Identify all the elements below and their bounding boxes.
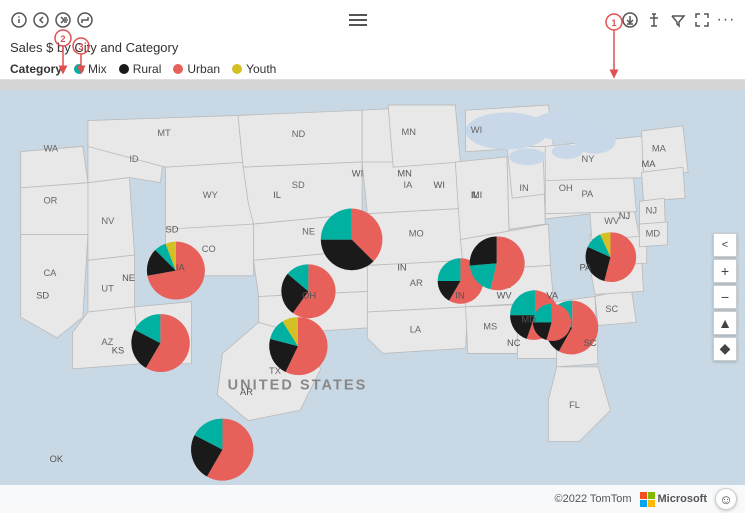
svg-text:IN: IN: [519, 183, 528, 193]
ms-squares: [640, 492, 655, 507]
pan-left-btn[interactable]: <: [713, 233, 737, 257]
map-background: .state { fill: #e8e8e8; stroke: #bbb; st…: [0, 80, 745, 513]
svg-text:MA: MA: [652, 144, 667, 154]
svg-text:CA: CA: [43, 268, 57, 278]
ms-sq-blue: [640, 500, 647, 507]
menu-line: [349, 14, 367, 16]
pin-icon[interactable]: [645, 11, 663, 29]
toolbar-right: ···: [621, 11, 735, 29]
legend-dot-rural: [119, 64, 129, 74]
menu-icon[interactable]: [349, 14, 367, 26]
legend-label-youth: Youth: [246, 62, 276, 76]
legend-dot-youth: [232, 64, 242, 74]
svg-text:NM: NM: [157, 337, 171, 347]
svg-text:CO: CO: [202, 244, 216, 254]
toolbar: ···: [0, 0, 745, 38]
legend-label-urban: Urban: [187, 62, 220, 76]
feedback-btn[interactable]: ☺: [715, 488, 737, 510]
toolbar-left: [10, 11, 94, 29]
legend-label-mix: Mix: [88, 62, 107, 76]
svg-text:WV: WV: [604, 216, 620, 226]
svg-text:WI: WI: [471, 125, 482, 135]
back-icon[interactable]: [32, 11, 50, 29]
svg-text:NJ: NJ: [646, 206, 657, 216]
toolbar-center: [349, 14, 367, 26]
svg-text:MS: MS: [483, 322, 497, 332]
svg-text:WY: WY: [203, 190, 218, 200]
app-container: 1 2 3: [0, 0, 745, 521]
svg-text:FL: FL: [569, 400, 580, 410]
svg-text:NY: NY: [582, 154, 595, 164]
svg-text:MO: MO: [409, 228, 424, 238]
compass-btn[interactable]: ◆: [713, 337, 737, 361]
svg-text:AR: AR: [410, 278, 423, 288]
svg-text:IA: IA: [404, 180, 414, 190]
svg-text:ND: ND: [292, 129, 306, 139]
svg-text:ID: ID: [129, 154, 139, 164]
microsoft-logo: Microsoft: [640, 492, 708, 507]
svg-text:TN: TN: [499, 280, 511, 290]
expand-icon[interactable]: [76, 11, 94, 29]
svg-text:TX: TX: [269, 366, 281, 376]
download-icon[interactable]: [621, 11, 639, 29]
zoom-out-btn[interactable]: −: [713, 285, 737, 309]
more-icon[interactable]: ···: [717, 11, 735, 29]
legend-item-mix: Mix: [74, 62, 107, 76]
svg-text:MT: MT: [157, 128, 171, 138]
ms-sq-red: [640, 492, 647, 499]
svg-text:UNITED STATES: UNITED STATES: [228, 378, 368, 394]
legend-label-rural: Rural: [133, 62, 162, 76]
legend-dot-mix: [74, 64, 84, 74]
svg-text:NV: NV: [101, 216, 115, 226]
svg-text:AL: AL: [525, 322, 536, 332]
svg-text:KS: KS: [305, 266, 317, 276]
svg-text:NE: NE: [302, 226, 315, 236]
legend-item-youth: Youth: [232, 62, 276, 76]
map-footer: ©2022 TomTom Microsoft ☺: [0, 485, 745, 513]
forward-icon[interactable]: [54, 11, 72, 29]
svg-text:OR: OR: [43, 195, 57, 205]
svg-text:PA: PA: [582, 189, 595, 199]
svg-text:SD: SD: [292, 180, 305, 190]
map-area[interactable]: .state { fill: #e8e8e8; stroke: #bbb; st…: [0, 80, 745, 513]
ms-sq-yellow: [648, 500, 655, 507]
svg-text:KY: KY: [495, 249, 507, 259]
fullscreen-icon[interactable]: [693, 11, 711, 29]
filter-icon[interactable]: [669, 11, 687, 29]
zoom-in-btn[interactable]: +: [713, 259, 737, 283]
svg-text:WA: WA: [43, 144, 58, 154]
chart-title-text: Sales $ by City and Category: [10, 40, 178, 55]
svg-text:MN: MN: [401, 127, 415, 137]
microsoft-label: Microsoft: [658, 493, 708, 505]
svg-text:OH: OH: [559, 183, 573, 193]
legend-dot-urban: [173, 64, 183, 74]
info-icon[interactable]: [10, 11, 28, 29]
ms-sq-green: [648, 492, 655, 499]
legend-category-label: Category: [10, 62, 62, 76]
svg-text:AZ: AZ: [101, 337, 113, 347]
chart-title: Sales $ by City and Category: [0, 38, 745, 59]
svg-text:GA: GA: [563, 320, 577, 330]
svg-text:LA: LA: [410, 325, 422, 335]
svg-text:OK: OK: [308, 304, 322, 314]
menu-line: [349, 24, 367, 26]
svg-text:SC: SC: [605, 304, 618, 314]
menu-line: [349, 19, 367, 21]
svg-text:IL: IL: [471, 190, 479, 200]
svg-text:MD: MD: [646, 228, 661, 238]
legend-item-urban: Urban: [173, 62, 220, 76]
svg-text:NC: NC: [604, 270, 618, 280]
svg-text:VA: VA: [606, 241, 619, 251]
legend-item-rural: Rural: [119, 62, 162, 76]
reset-btn[interactable]: ▲: [713, 311, 737, 335]
legend-bar: Category Mix Rural Urban Youth: [0, 59, 745, 80]
map-controls: < + − ▲ ◆: [713, 233, 737, 361]
svg-text:UT: UT: [101, 283, 114, 293]
copyright-text: ©2022 TomTom: [555, 493, 632, 505]
